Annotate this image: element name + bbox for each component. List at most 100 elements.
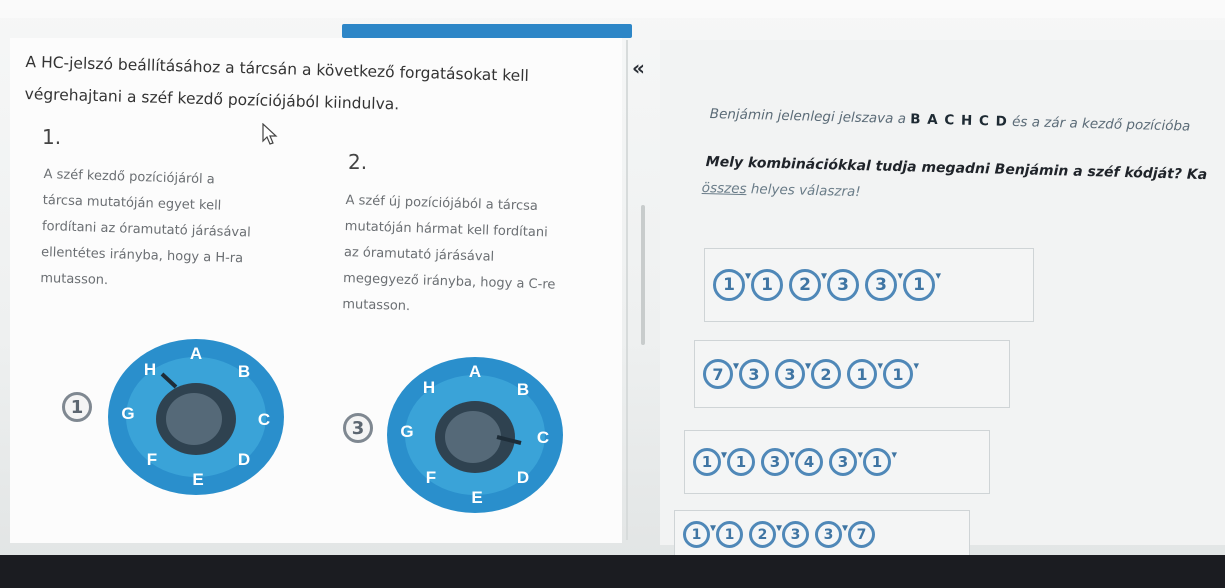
screen: « A HC-jelszó beállításához a tárcsán a …	[0, 0, 1225, 560]
screen-bezel	[0, 555, 1225, 588]
rotation-badge: ▾ 1	[721, 448, 755, 476]
rotation-number: 1	[871, 453, 883, 471]
rotation-badge: 1 ▾	[903, 269, 941, 301]
counterclockwise-arrow-icon: ▾	[789, 448, 795, 461]
rotation-number: 3	[837, 275, 849, 295]
rotation-number: 3	[790, 526, 801, 543]
dial-letter: D	[517, 468, 529, 487]
dial-letter: B	[517, 380, 529, 399]
rotation-badge: 7 ▾	[703, 359, 739, 389]
progress-bar	[342, 24, 632, 38]
step-2-number: 2.	[348, 150, 368, 174]
hint-rest: helyes válaszra!	[746, 181, 861, 201]
rotation-number: 1	[913, 275, 925, 295]
counterclockwise-arrow-icon: ▾	[710, 521, 716, 534]
rotation-number: 7	[712, 364, 724, 384]
rotation-badge: 3 ▾	[829, 448, 863, 476]
rotation-number: 3	[823, 526, 834, 543]
clockwise-arrow-icon: ▾	[935, 269, 941, 282]
rotation-number: 1	[735, 453, 747, 471]
rotation-badge: ▾ 1	[745, 269, 783, 301]
scrollbar-thumb[interactable]	[641, 205, 645, 345]
rotation-badge: 3 ▾	[815, 521, 848, 548]
rotation-number: 1	[856, 364, 868, 384]
rotation-number: 2	[820, 364, 832, 384]
rotation-number: 2	[799, 275, 811, 295]
rotation-badge: 1 ▾	[693, 448, 727, 476]
counterclockwise-arrow-icon: ▾	[842, 521, 848, 534]
rotation-badge: ▾ 3	[733, 359, 769, 389]
dial-letter: F	[147, 450, 157, 469]
panel-divider	[626, 40, 628, 540]
dial-letter: E	[471, 488, 482, 507]
rotation-badge: 1 ▾	[847, 359, 883, 389]
rotation-badge: 1 ▾	[683, 521, 716, 548]
dial-letter: F	[426, 468, 436, 487]
rotation-number: 3	[748, 364, 760, 384]
rotation-badge: ▾ 2	[805, 359, 841, 389]
dial-letter: G	[121, 404, 134, 423]
dial-letter: A	[469, 362, 481, 381]
answer-option-1[interactable]: 1 ▾ ▾ 1 2 ▾ ▾ 3 3 ▾ 1 ▾	[704, 248, 1034, 322]
dial-letter: A	[190, 344, 202, 363]
dial-letter: C	[258, 410, 270, 429]
dial-letter: D	[238, 450, 250, 469]
dial-letter: C	[537, 428, 549, 447]
rotation-number: 3	[837, 453, 849, 471]
answer-option-4[interactable]: 1 ▾ ▾ 1 2 ▾ ▾ 3 3 ▾ ▾ 7	[674, 510, 970, 558]
rotation-number: 3	[784, 364, 796, 384]
clockwise-arrow-icon: ▾	[897, 269, 903, 282]
rotation-badge: ▾ 1	[710, 521, 743, 548]
counterclockwise-arrow-icon: ▾	[776, 521, 782, 534]
step-1-dial: A B C D E F G H	[108, 339, 284, 495]
clockwise-arrow-icon: ▾	[891, 448, 897, 461]
clockwise-arrow-icon: ▾	[877, 359, 883, 372]
step-2-dial: A B C D E F G H	[387, 357, 563, 513]
rotation-badge: 3 ▾	[761, 448, 795, 476]
rotation-number: 4	[803, 453, 815, 471]
step-2-rotation-badge: 3	[343, 413, 373, 443]
rotation-number: 3	[769, 453, 781, 471]
dial-letter: E	[192, 470, 203, 489]
rotation-count: 1	[70, 396, 84, 418]
rotation-number: 7	[856, 526, 867, 543]
clockwise-arrow-icon: ▾	[913, 359, 919, 372]
step-1-rotation-badge: 1	[62, 392, 92, 422]
counterclockwise-arrow-icon: ▾	[721, 448, 727, 461]
counterclockwise-arrow-icon: ▾	[805, 359, 811, 372]
top-strip	[0, 0, 1225, 18]
rotation-number: 1	[761, 275, 773, 295]
rotation-badge: 1 ▾	[863, 448, 897, 476]
rotation-badge: 2 ▾	[749, 521, 782, 548]
rotation-number: 3	[875, 275, 887, 295]
answer-option-2[interactable]: 7 ▾ ▾ 3 3 ▾ ▾ 2 1 ▾ 1 ▾	[694, 340, 1010, 408]
step-1-text: A széf kezdő pozíciójáról a tárcsa mutat…	[40, 162, 304, 300]
rotation-number: 1	[892, 364, 904, 384]
dial-letter: H	[423, 378, 435, 397]
rotation-number: 1	[691, 526, 702, 543]
step-1-number: 1.	[42, 125, 62, 149]
current-code: B A C H C D	[910, 111, 1009, 130]
dial-letter: H	[144, 360, 156, 379]
counterclockwise-arrow-icon: ▾	[733, 359, 739, 372]
hint-underlined: összes	[701, 180, 747, 198]
rotation-badge: 1 ▾	[713, 269, 751, 301]
dial-letter: G	[400, 422, 413, 441]
mouse-cursor-icon	[262, 123, 278, 145]
answer-option-3[interactable]: 1 ▾ ▾ 1 3 ▾ ▾ 4 3 ▾ 1 ▾	[684, 430, 990, 494]
rotation-number: 1	[723, 275, 735, 295]
collapse-panel-button[interactable]: «	[632, 56, 645, 80]
rotation-badge: ▾ 4	[789, 448, 823, 476]
rotation-badge: 3 ▾	[775, 359, 811, 389]
rotation-count: 3	[351, 417, 365, 439]
rotation-number: 2	[757, 526, 768, 543]
dial-letter: B	[238, 362, 250, 381]
rotation-badge: ▾ 7	[842, 521, 875, 548]
rotation-badge: 2 ▾	[789, 269, 827, 301]
rotation-badge: ▾ 3	[776, 521, 809, 548]
rotation-number: 1	[701, 453, 713, 471]
counterclockwise-arrow-icon: ▾	[821, 269, 827, 282]
rotation-badge: 1 ▾	[883, 359, 919, 389]
counterclockwise-arrow-icon: ▾	[745, 269, 751, 282]
step-2-text: A széf új pozíciójából a tárcsa mutatójá…	[342, 188, 606, 326]
